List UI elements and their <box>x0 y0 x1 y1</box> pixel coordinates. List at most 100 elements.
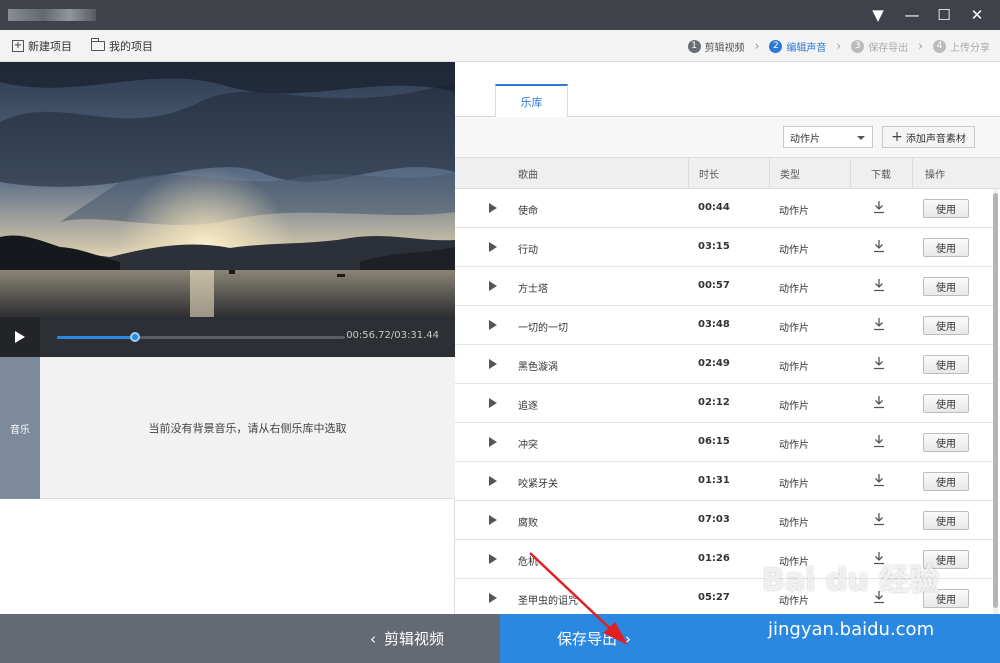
download-icon[interactable] <box>872 278 886 292</box>
minimize-icon[interactable]: — <box>896 0 928 30</box>
preview-play-icon[interactable] <box>489 437 497 447</box>
step-edit-video[interactable]: 1 剪辑视频 <box>687 39 745 54</box>
use-song-button[interactable]: 使用 <box>923 433 969 452</box>
table-row[interactable]: 行动 03:15 动作片 使用 <box>455 228 993 267</box>
title-bar: ▼ — ☐ ✕ <box>0 0 1000 30</box>
watermark-url: jingyan.baidu.com <box>768 619 935 640</box>
use-song-button[interactable]: 使用 <box>923 355 969 374</box>
step-label: 剪辑视频 <box>704 42 745 54</box>
menu-dropdown-icon[interactable]: ▼ <box>862 0 894 30</box>
playback-time: 00:56.72/03:31.44 <box>346 330 439 341</box>
download-icon[interactable] <box>872 395 886 409</box>
download-icon[interactable] <box>872 200 886 214</box>
table-row[interactable]: 一切的一切 03:48 动作片 使用 <box>455 306 993 345</box>
step-label: 上传分享 <box>950 42 990 54</box>
song-duration: 00:57 <box>698 280 730 291</box>
category-select[interactable]: 动作片 <box>783 126 873 148</box>
song-type: 动作片 <box>779 401 809 412</box>
column-header-song: 歌曲 <box>518 170 538 181</box>
table-row[interactable]: 使命 00:44 动作片 使用 <box>455 189 993 228</box>
video-frame-image <box>0 62 455 317</box>
song-table-header: 歌曲 时长 类型 下载 操作 <box>455 157 1000 189</box>
play-button[interactable] <box>0 317 40 357</box>
song-duration: 06:15 <box>698 436 730 447</box>
watermark-logo: Bai du 经验 <box>762 563 940 598</box>
download-icon[interactable] <box>872 356 886 370</box>
song-duration: 01:26 <box>698 553 730 564</box>
download-icon[interactable] <box>872 434 886 448</box>
use-song-button[interactable]: 使用 <box>923 199 969 218</box>
preview-play-icon[interactable] <box>489 320 497 330</box>
table-row[interactable]: 追逐 02:12 动作片 使用 <box>455 384 993 423</box>
song-type: 动作片 <box>779 362 809 373</box>
table-row[interactable]: 咬紧牙关 01:31 动作片 使用 <box>455 462 993 501</box>
column-header-type: 类型 <box>769 158 850 189</box>
next-button-label: 保存导出 <box>557 630 618 648</box>
download-icon[interactable] <box>872 239 886 253</box>
toolbar: + 新建项目 我的项目 1 剪辑视频 › 2 编辑声音 › 3 保存导出 › 4… <box>0 30 1000 62</box>
seek-bar[interactable] <box>57 332 345 342</box>
download-icon[interactable] <box>872 473 886 487</box>
preview-play-icon[interactable] <box>489 476 497 486</box>
preview-play-icon[interactable] <box>489 593 497 603</box>
preview-play-icon[interactable] <box>489 554 497 564</box>
preview-play-icon[interactable] <box>489 515 497 525</box>
column-header-duration: 时长 <box>688 158 769 189</box>
step-save-export[interactable]: 3 保存导出 <box>851 39 908 54</box>
song-table-body: 使命 00:44 动作片 使用 行动 03:15 动作片 使用 方士塔 00:57 动作片 使用 一切的… <box>455 189 993 614</box>
music-library-pane: 乐库 动作片 + 添加声音素材 歌曲 时长 类型 下载 操作 使命 00:44 动作… <box>455 62 1000 614</box>
preview-play-icon[interactable] <box>489 359 497 369</box>
chevron-left-icon: ‹ <box>369 629 376 648</box>
library-tabs: 乐库 <box>455 62 1000 118</box>
use-song-button[interactable]: 使用 <box>923 472 969 491</box>
song-duration: 02:12 <box>698 397 730 408</box>
seek-handle[interactable] <box>129 332 140 342</box>
song-type: 动作片 <box>779 245 809 256</box>
my-projects-button[interactable]: 我的项目 <box>91 38 153 54</box>
use-song-button[interactable]: 使用 <box>923 316 969 335</box>
download-icon[interactable] <box>872 512 886 526</box>
table-row[interactable]: 冲突 06:15 动作片 使用 <box>455 423 993 462</box>
category-select-value: 动作片 <box>790 133 820 145</box>
folder-icon <box>91 38 105 51</box>
use-song-button[interactable]: 使用 <box>923 394 969 413</box>
use-song-button[interactable]: 使用 <box>923 511 969 530</box>
maximize-icon[interactable]: ☐ <box>928 0 960 30</box>
preview-play-icon[interactable] <box>489 242 497 252</box>
use-song-button[interactable]: 使用 <box>923 277 969 296</box>
song-duration: 03:15 <box>698 241 730 252</box>
chevron-down-icon <box>857 136 865 140</box>
table-row[interactable]: 黑色漩涡 02:49 动作片 使用 <box>455 345 993 384</box>
preview-play-icon[interactable] <box>489 203 497 213</box>
preview-play-icon[interactable] <box>489 281 497 291</box>
step-edit-audio[interactable]: 2 编辑声音 <box>769 39 826 54</box>
song-type: 动作片 <box>779 206 809 217</box>
song-name: 腐败 <box>518 518 538 529</box>
plus-box-icon: + <box>12 40 24 52</box>
step-upload-share[interactable]: 4 上传分享 <box>933 39 990 54</box>
download-icon[interactable] <box>872 317 886 331</box>
library-filter-row: 动作片 + 添加声音素材 <box>455 117 1000 157</box>
plus-icon: + <box>891 129 903 145</box>
use-song-button[interactable]: 使用 <box>923 238 969 257</box>
table-row[interactable]: 方士塔 00:57 动作片 使用 <box>455 267 993 306</box>
song-type: 动作片 <box>779 440 809 451</box>
song-list-scrollbar[interactable] <box>993 189 998 614</box>
tab-music-library[interactable]: 乐库 <box>495 84 568 118</box>
song-name: 圣甲虫的诅咒 <box>518 596 578 607</box>
table-row[interactable]: 腐败 07:03 动作片 使用 <box>455 501 993 540</box>
play-icon <box>15 331 25 343</box>
song-name: 方士塔 <box>518 284 548 295</box>
preview-play-icon[interactable] <box>489 398 497 408</box>
scrollbar-thumb[interactable] <box>993 193 998 608</box>
new-project-button[interactable]: + 新建项目 <box>12 38 72 54</box>
close-icon[interactable]: ✕ <box>961 0 993 30</box>
player-controls: 00:56.72/03:31.44 <box>0 317 455 357</box>
music-track-empty-hint: 当前没有背景音乐，请从右侧乐库中选取 <box>148 422 347 435</box>
song-type: 动作片 <box>779 479 809 490</box>
video-preview[interactable] <box>0 62 455 317</box>
song-duration: 01:31 <box>698 475 730 486</box>
add-audio-button[interactable]: + 添加声音素材 <box>882 126 975 148</box>
column-header-download: 下载 <box>850 158 912 189</box>
back-to-edit-video-button[interactable]: ‹ 剪辑视频 <box>0 614 500 663</box>
